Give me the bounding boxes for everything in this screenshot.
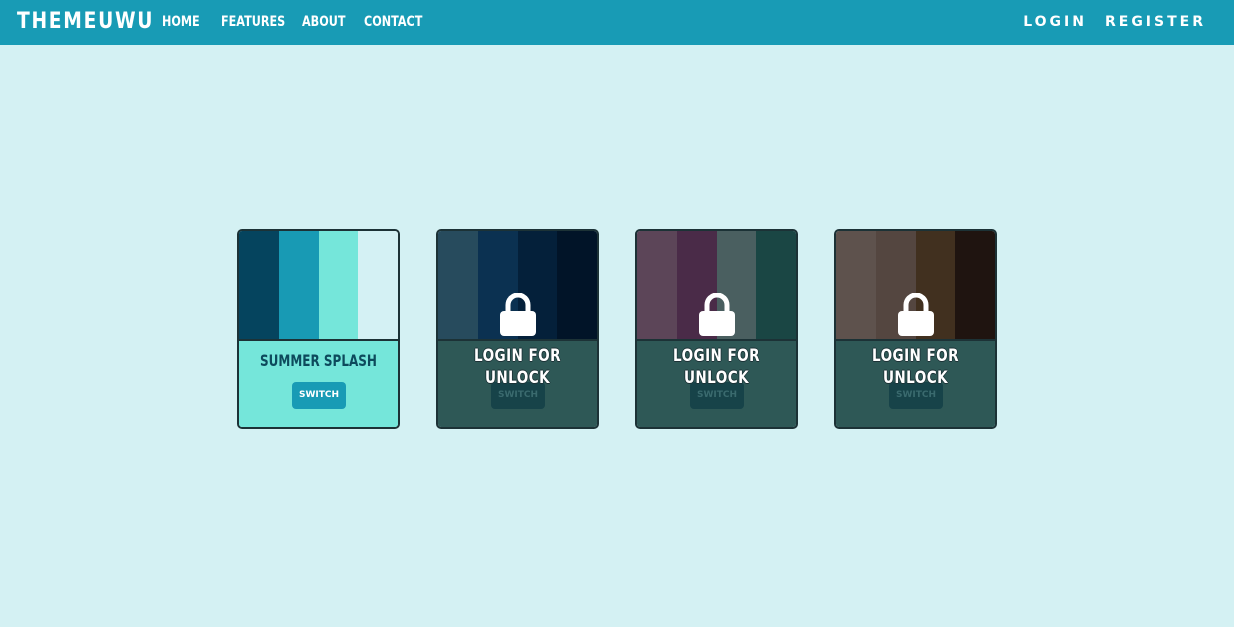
login-for-unlock-label[interactable]: LOGIN FOR UNLOCK <box>454 345 581 389</box>
card-body: SUMMER SPLASH SWITCH <box>239 341 398 427</box>
login-for-unlock-label[interactable]: LOGIN FOR UNLOCK <box>852 345 979 389</box>
navbar: THEMEUWU HOME FEATURES ABOUT CONTACT LOG… <box>0 0 1234 45</box>
color-swatch <box>756 231 796 339</box>
color-swatch <box>836 231 876 339</box>
switch-button[interactable]: SWITCH <box>292 382 346 409</box>
lock-icon <box>500 293 536 336</box>
lock-icon <box>699 293 735 336</box>
color-swatch <box>278 231 319 339</box>
nav-link-contact[interactable]: CONTACT <box>364 12 422 32</box>
color-swatch <box>557 231 597 339</box>
color-swatches <box>239 231 398 341</box>
brand-logo[interactable]: THEMEUWU <box>17 8 154 36</box>
theme-cards: SUMMER SPLASH SWITCH SWITCH LOGIN FOR UN… <box>237 229 997 429</box>
color-swatch <box>438 231 478 339</box>
nav-link-features[interactable]: FEATURES <box>221 12 285 32</box>
color-swatch <box>358 231 398 339</box>
theme-card-locked-1: SWITCH LOGIN FOR UNLOCK <box>436 229 599 429</box>
theme-card-locked-3: SWITCH LOGIN FOR UNLOCK <box>834 229 997 429</box>
nav-link-about[interactable]: ABOUT <box>302 12 345 32</box>
auth-links: LOGIN REGISTER <box>1023 12 1206 32</box>
theme-card-summer-splash: SUMMER SPLASH SWITCH <box>237 229 400 429</box>
nav-links: HOME FEATURES ABOUT CONTACT <box>162 12 464 32</box>
theme-name: SUMMER SPLASH <box>260 351 377 370</box>
theme-card-locked-2: SWITCH LOGIN FOR UNLOCK <box>635 229 798 429</box>
color-swatch <box>239 231 279 339</box>
color-swatch <box>318 231 359 339</box>
color-swatch <box>955 231 995 339</box>
register-link[interactable]: REGISTER <box>1105 12 1206 32</box>
lock-icon <box>898 293 934 336</box>
login-for-unlock-label[interactable]: LOGIN FOR UNLOCK <box>653 345 780 389</box>
color-swatch <box>637 231 677 339</box>
login-link[interactable]: LOGIN <box>1023 12 1087 32</box>
nav-link-home[interactable]: HOME <box>162 12 200 32</box>
